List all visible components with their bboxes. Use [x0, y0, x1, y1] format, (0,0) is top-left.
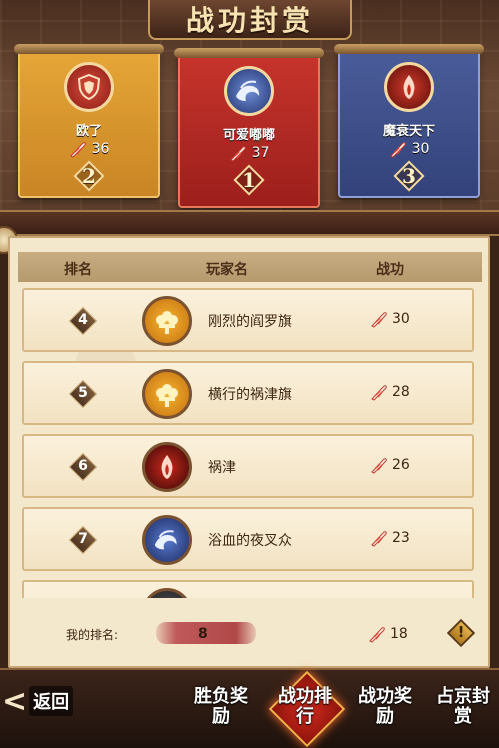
table-row[interactable] — [22, 580, 474, 598]
podium-score: 37 — [180, 144, 318, 162]
page-title: 战功封赏 — [185, 4, 314, 37]
feather-icon — [69, 142, 86, 158]
podium-banner-rank-3[interactable]: 魔衰天下 30 3 — [334, 44, 484, 198]
rank-badge: 6 — [68, 452, 98, 482]
tab-win-loss-rewards[interactable]: 胜负奖励 — [190, 676, 252, 738]
my-score-value: 18 — [390, 626, 408, 642]
gold-flower-icon — [142, 369, 192, 419]
back-button[interactable]: < 返回 — [2, 679, 82, 723]
player-score-value: 28 — [392, 384, 410, 400]
podium-score-value: 30 — [411, 141, 430, 157]
podium-name: 魔衰天下 — [382, 124, 435, 139]
tab-label: 战功奖励 — [358, 686, 412, 727]
podium-banner-rank-2[interactable]: 欧了 36 2 — [14, 44, 164, 198]
exclamation-icon: ! — [457, 623, 465, 641]
header-player: 玩家名 — [206, 262, 248, 278]
podium-rank-number: 2 — [82, 164, 96, 188]
ranking-list[interactable]: 4 刚烈的阎罗旗 30 5 横行的祸津旗 28 6 祸津 26 7 浴血的夜叉众… — [18, 288, 482, 598]
player-name: 横行的祸津旗 — [208, 387, 292, 403]
rank-number: 5 — [78, 385, 88, 401]
podium-rank-number: 1 — [242, 168, 256, 192]
table-row[interactable]: 6 祸津 26 — [22, 434, 474, 498]
tab-merit-rewards[interactable]: 战功奖励 — [354, 676, 416, 738]
gold-flower-icon — [142, 296, 192, 346]
tab-label: 胜负奖励 — [194, 686, 248, 727]
podium-name: 欧了 — [75, 124, 102, 139]
player-score-value: 26 — [392, 457, 410, 473]
feather-icon — [229, 146, 246, 162]
tab-label: 占京封赏 — [436, 686, 490, 727]
rank-badge: 5 — [68, 379, 98, 409]
table-row[interactable]: 5 横行的祸津旗 28 — [22, 361, 474, 425]
podium-rank-badge: 2 — [73, 160, 105, 192]
rank-badge: 7 — [68, 525, 98, 555]
shield-emblem-icon — [64, 62, 114, 112]
rank-badge: 4 — [68, 306, 98, 336]
title-plate: 战功封赏 — [148, 0, 352, 40]
feather-icon — [371, 385, 387, 401]
feather-icon — [371, 312, 387, 328]
rank-number: 7 — [78, 531, 88, 547]
player-score: 26 — [370, 456, 410, 474]
podium-score: 36 — [20, 140, 158, 158]
rank-number: 4 — [78, 312, 88, 328]
player-name: 祸津 — [208, 460, 236, 476]
player-name: 刚烈的阎罗旗 — [208, 314, 292, 330]
table-row[interactable]: 7 浴血的夜叉众 23 — [22, 507, 474, 571]
podium-score: 30 — [340, 140, 478, 158]
feather-icon — [389, 142, 406, 158]
feather-icon — [371, 531, 387, 547]
player-score: 28 — [370, 383, 410, 401]
my-rank-value: 8 — [198, 626, 208, 642]
table-row[interactable]: 4 刚烈的阎罗旗 30 — [22, 288, 474, 352]
podium-banner-rank-1[interactable]: 可爱嘟嘟 37 1 — [174, 48, 324, 208]
info-button[interactable]: ! — [446, 618, 476, 648]
podium-name: 可爱嘟嘟 — [222, 128, 275, 143]
player-score: 23 — [370, 529, 410, 547]
header-merit: 战功 — [376, 262, 404, 278]
podium-score-value: 37 — [251, 145, 270, 161]
blue-wave-icon — [142, 515, 192, 565]
feather-icon — [369, 627, 385, 643]
table-header: 排名 玩家名 战功 — [18, 252, 482, 282]
tab-capital-rewards[interactable]: 占京封赏 — [432, 676, 494, 738]
podium-rank-number: 3 — [402, 164, 416, 188]
player-score: 30 — [370, 310, 410, 328]
red-flame-icon — [142, 442, 192, 492]
header-rank: 排名 — [64, 262, 92, 278]
tab-merit-ranking[interactable]: 战功排行 — [274, 676, 336, 738]
section-divider — [0, 210, 499, 236]
podium-rank-badge: 3 — [393, 160, 425, 192]
avatar — [142, 588, 192, 598]
tab-label: 战功排行 — [278, 686, 332, 727]
player-name: 浴血的夜叉众 — [208, 533, 292, 549]
back-label: 返回 — [29, 686, 74, 716]
podium-score-value: 36 — [91, 141, 110, 157]
podium-rank-badge: 1 — [233, 164, 265, 196]
feather-icon — [371, 458, 387, 474]
wave-emblem-icon — [224, 66, 274, 116]
rank-number: 6 — [78, 458, 88, 474]
flame-emblem-icon — [384, 62, 434, 112]
player-score-value: 23 — [392, 530, 410, 546]
my-score: 18 — [368, 625, 408, 643]
player-score-value: 30 — [392, 311, 410, 327]
my-rank-label: 我的排名: — [66, 628, 119, 642]
chevron-left-icon: < — [2, 683, 28, 719]
my-rank-bar: 我的排名: 8 18 ! — [18, 614, 482, 654]
